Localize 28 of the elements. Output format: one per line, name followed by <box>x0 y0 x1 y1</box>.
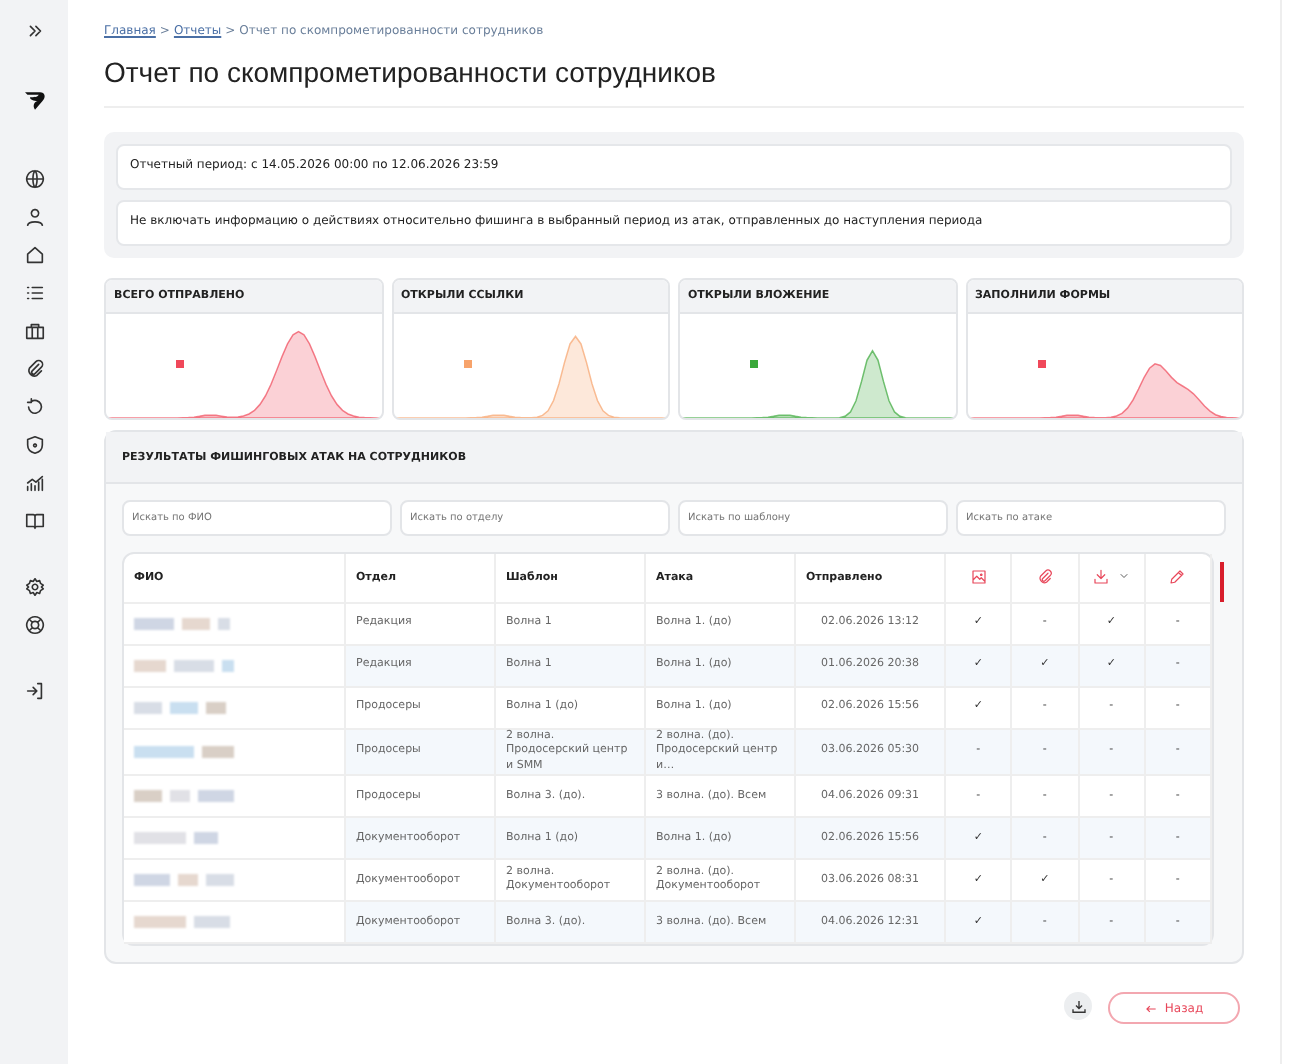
redacted-name <box>134 872 234 889</box>
download-icon[interactable] <box>1092 567 1111 585</box>
settings-icon[interactable] <box>23 576 45 598</box>
page-title: Отчет по скомпрометированности сотрудников <box>104 56 1244 108</box>
logout-icon[interactable] <box>23 680 45 702</box>
list-icon[interactable] <box>23 282 45 304</box>
home-icon[interactable] <box>23 244 45 266</box>
image-icon[interactable] <box>969 567 988 585</box>
lifebuoy-icon[interactable] <box>23 614 45 636</box>
book-icon[interactable] <box>23 510 45 532</box>
shield-icon[interactable] <box>23 434 45 456</box>
arrow-left-icon <box>1144 1001 1159 1016</box>
paperclip-icon[interactable] <box>23 358 45 380</box>
redacted-name <box>134 788 234 805</box>
paperclip-icon[interactable] <box>1035 567 1054 585</box>
redacted-name <box>134 744 234 761</box>
redacted-name <box>134 658 234 674</box>
redacted-name <box>134 616 234 632</box>
user-icon[interactable] <box>23 206 45 228</box>
refresh-icon[interactable] <box>23 396 45 418</box>
scrollbar-thumb[interactable] <box>1220 562 1224 602</box>
pencil-icon[interactable] <box>1168 567 1187 585</box>
briefcase-icon[interactable] <box>23 320 45 342</box>
chart-icon[interactable] <box>23 472 45 494</box>
download-icon <box>1069 997 1087 1016</box>
redacted-name <box>134 914 234 931</box>
globe-icon[interactable] <box>23 168 45 190</box>
download-button[interactable] <box>1064 992 1092 1021</box>
